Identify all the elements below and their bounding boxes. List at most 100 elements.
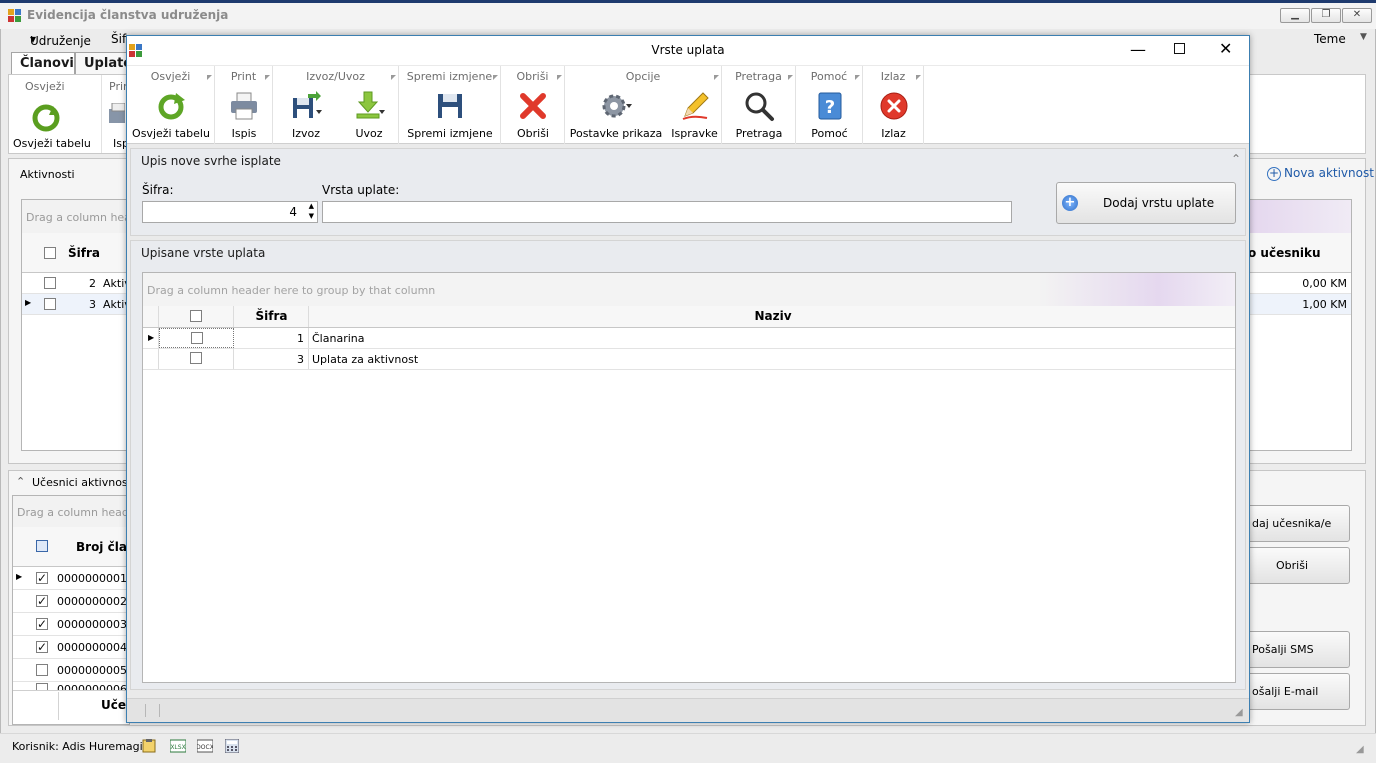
- dialog-ribbon: Osvježi Osvježi tabelu Print Ispis Izvoz…: [127, 66, 1249, 144]
- row-checkbox[interactable]: [36, 595, 48, 607]
- word-icon[interactable]: DOCX: [197, 739, 213, 753]
- menu-teme[interactable]: Teme: [1314, 32, 1346, 46]
- dialog-titlebar: Vrste uplata — ✕: [127, 36, 1249, 65]
- spinner-down-icon[interactable]: ▼: [309, 212, 314, 221]
- dodaj-ucesnika-button[interactable]: daj učesnika/e: [1237, 505, 1350, 542]
- posalji-sms-button[interactable]: Pošalji SMS: [1237, 631, 1350, 668]
- upis-section: Upis nove svrhe isplate ⌃ Šifra: 4 ▲ ▼ V…: [130, 148, 1246, 236]
- dialog-status-bar: ◢: [127, 698, 1249, 722]
- table-row[interactable]: 0000000004: [13, 636, 129, 659]
- export-save-icon: [293, 91, 322, 118]
- calculator-icon[interactable]: [225, 739, 239, 753]
- row-broj: 0000000006: [57, 683, 127, 690]
- col-sifra[interactable]: Šifra: [68, 246, 100, 260]
- col-ucesniku[interactable]: o učesniku: [1248, 246, 1321, 260]
- row-broj: 0000000003: [57, 618, 127, 631]
- dialog-maximize-icon[interactable]: [1174, 43, 1185, 54]
- ucesnici-grid: Drag a column header Broj člana ▶ 000000…: [12, 495, 144, 725]
- dialog-close-icon[interactable]: ✕: [1219, 39, 1232, 58]
- pretraga-button[interactable]: Pretraga: [722, 88, 796, 142]
- posalji-email-button[interactable]: ošalji E-mail: [1237, 673, 1350, 710]
- maximize-button[interactable]: ❐: [1311, 8, 1341, 23]
- col-naziv[interactable]: Naziv: [309, 306, 1237, 327]
- minimize-button[interactable]: ▁: [1280, 8, 1310, 23]
- add-circle-icon: +: [1267, 166, 1281, 181]
- spinner-up-icon[interactable]: ▲: [309, 202, 314, 211]
- table-row[interactable]: 0000000003: [13, 613, 129, 636]
- footer-cell: Učes: [58, 692, 133, 720]
- ribbon-group-opcije: Opcije Postavke prikaza Ispravke: [565, 66, 722, 144]
- row-checkbox[interactable]: [191, 332, 203, 344]
- row-checkbox[interactable]: [36, 664, 48, 676]
- row-broj: 0000000004: [57, 641, 127, 654]
- table-row[interactable]: 0000000005: [13, 659, 129, 682]
- dialog-minimize-icon[interactable]: —: [1130, 40, 1146, 59]
- vrste-uplata-dialog: Vrste uplata — ✕ Osvježi Osvježi tabelu …: [126, 35, 1250, 723]
- vrsta-uplate-input[interactable]: [322, 201, 1012, 223]
- row-checkbox[interactable]: [44, 298, 56, 310]
- izlaz-button[interactable]: Izlaz: [863, 88, 924, 142]
- row-checkbox[interactable]: [36, 683, 48, 690]
- row-checkbox[interactable]: [36, 618, 48, 630]
- resize-grip-icon[interactable]: ◢: [1356, 744, 1364, 755]
- row-checkbox[interactable]: [190, 352, 202, 364]
- table-row[interactable]: ▶ 1 Članarina: [143, 328, 1235, 349]
- row-naziv: Uplata za aktivnost: [312, 353, 419, 366]
- printer-icon[interactable]: [109, 103, 125, 131]
- col-sifra[interactable]: Šifra: [234, 306, 309, 327]
- obrisi-button[interactable]: Obriši: [501, 88, 565, 142]
- help-icon: ?: [818, 92, 841, 120]
- group-panel[interactable]: Drag a column header here to group by th…: [143, 273, 1235, 306]
- excel-icon[interactable]: XLSX: [170, 739, 186, 753]
- save-icon: [438, 94, 462, 118]
- ispis-button[interactable]: Ispis: [215, 88, 273, 142]
- row-checkbox[interactable]: [36, 572, 48, 584]
- collapse-chevron-icon[interactable]: ⌃: [1231, 152, 1241, 166]
- tab-uplate[interactable]: Uplate: [75, 52, 132, 74]
- select-all-checkbox[interactable]: [190, 310, 202, 322]
- svg-text:?: ?: [824, 97, 834, 118]
- sifra-label: Šifra:: [142, 183, 174, 197]
- pencil-edit-icon: [682, 92, 709, 120]
- ispravke-button[interactable]: Ispravke: [667, 88, 722, 142]
- row-checkbox[interactable]: [36, 641, 48, 653]
- main-titlebar: Evidencija članstva udruženja ▁ ❐ ✕: [0, 3, 1376, 29]
- table-row[interactable]: 0000000002: [13, 590, 129, 613]
- table-row[interactable]: ▶ 0000000001: [13, 567, 129, 590]
- spremi-izmjene-button[interactable]: Spremi izmjene: [399, 88, 501, 142]
- status-bar: Korisnik: Adis Huremagic XLSX DOCX ◢: [0, 733, 1376, 763]
- table-row[interactable]: 0000000006: [13, 682, 129, 690]
- row-checkbox[interactable]: [44, 277, 56, 289]
- sifra-spinner[interactable]: 4 ▲ ▼: [142, 201, 318, 223]
- ucesnici-header-row: Broj člana: [13, 527, 144, 567]
- uvoz-button[interactable]: Uvoz: [339, 88, 399, 142]
- close-button[interactable]: ✕: [1342, 8, 1372, 23]
- osvjezi-tabelu-label[interactable]: Osvježi tabelu: [13, 137, 91, 150]
- ribbon-group-izvoz-uvoz: Izvoz/Uvoz Izvoz Uvoz: [273, 66, 399, 144]
- refresh-icon[interactable]: [31, 103, 61, 133]
- row-sifra: 3: [297, 353, 304, 366]
- vrste-uplata-grid: Drag a column header here to group by th…: [142, 272, 1236, 683]
- row-naziv: Članarina: [312, 332, 365, 345]
- footer-divider: [13, 690, 129, 691]
- ribbon-group-osvjezi: Osvježi Osvježi tabelu: [127, 66, 215, 144]
- note-icon[interactable]: [142, 739, 156, 753]
- tab-clanovi[interactable]: Članovi: [11, 52, 75, 74]
- resize-grip-icon[interactable]: ◢: [1235, 707, 1243, 718]
- obrisi-ucesnika-button[interactable]: Obriši: [1237, 547, 1350, 584]
- select-all-checkbox[interactable]: [36, 540, 48, 552]
- table-row[interactable]: 3 Uplata za aktivnost: [143, 349, 1235, 370]
- osvjezi-tabelu-button[interactable]: Osvježi tabelu: [127, 88, 215, 142]
- ribbon-group-pretraga: Pretraga Pretraga: [722, 66, 796, 144]
- select-all-checkbox[interactable]: [44, 247, 56, 259]
- izvoz-button[interactable]: Izvoz: [273, 88, 339, 142]
- row-broj: 0000000001: [57, 572, 127, 585]
- menu-udruzenje[interactable]: Udruženje ▾: [30, 32, 91, 48]
- dodaj-vrstu-uplate-button[interactable]: + Dodaj vrstu uplate: [1056, 182, 1236, 224]
- app-icon: [8, 9, 21, 22]
- collapse-chevron-icon[interactable]: ⌃: [16, 475, 25, 488]
- sifra-value[interactable]: 4: [289, 205, 297, 219]
- postavke-prikaza-button[interactable]: Postavke prikaza: [565, 88, 667, 142]
- group-panel[interactable]: Drag a column header: [13, 496, 140, 527]
- pomoc-button[interactable]: ? Pomoć: [796, 88, 863, 142]
